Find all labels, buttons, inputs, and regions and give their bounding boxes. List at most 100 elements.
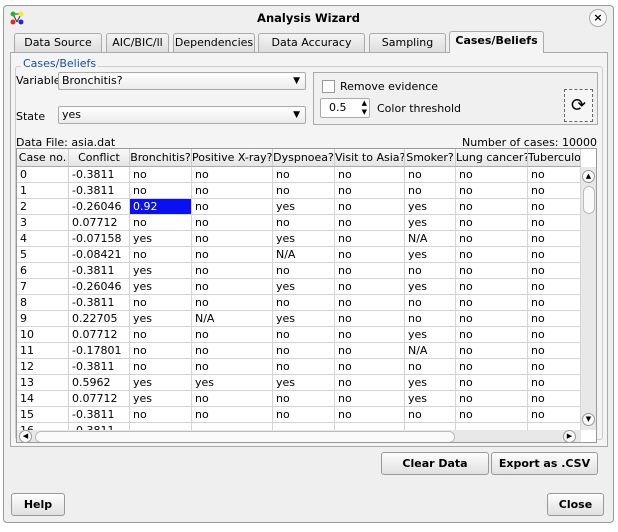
table-cell[interactable]: yes (273, 311, 335, 327)
scroll-up-icon[interactable]: ▲ (582, 170, 595, 183)
table-cell[interactable]: no (335, 359, 405, 375)
column-header[interactable]: Lung cancer? (456, 149, 528, 167)
table-cell[interactable]: yes (130, 311, 192, 327)
table-cell[interactable]: 12 (17, 359, 69, 375)
table-cell[interactable]: no (192, 279, 273, 295)
table-cell[interactable]: no (405, 183, 456, 199)
table-cell[interactable]: yes (405, 199, 456, 215)
table-cell[interactable]: N/A (192, 311, 273, 327)
tab-dependencies[interactable]: Dependencies (173, 33, 255, 52)
table-cell[interactable]: no (405, 263, 456, 279)
column-header[interactable]: Smoker? (405, 149, 456, 167)
column-header[interactable]: Case no. (17, 149, 69, 167)
table-cell[interactable]: yes (192, 375, 273, 391)
variable-select[interactable]: Bronchitis? ▼ (58, 72, 306, 90)
export-csv-button[interactable]: Export as .CSV (491, 452, 598, 475)
table-cell[interactable]: 0.5962 (69, 375, 130, 391)
table-cell[interactable]: no (273, 407, 335, 423)
table-cell[interactable]: no (528, 391, 581, 407)
table-cell[interactable]: yes (405, 247, 456, 263)
table-cell[interactable]: yes (273, 199, 335, 215)
table-cell[interactable]: no (273, 263, 335, 279)
tab-aic-bic-ll[interactable]: AIC/BIC/ll (106, 33, 169, 52)
remove-evidence-checkbox[interactable] (322, 80, 335, 93)
table-cell[interactable]: no (528, 295, 581, 311)
scroll-left-icon[interactable]: ◀ (19, 430, 32, 442)
table-cell[interactable]: no (456, 247, 528, 263)
table-cell[interactable]: no (130, 183, 192, 199)
table-cell[interactable]: N/A (405, 231, 456, 247)
column-header[interactable]: Positive X-ray? (192, 149, 273, 167)
table-cell[interactable]: no (273, 215, 335, 231)
table-cell[interactable]: yes (130, 263, 192, 279)
table-cell[interactable]: no (335, 247, 405, 263)
table-cell[interactable]: 0.22705 (69, 311, 130, 327)
table-cell[interactable]: 15 (17, 407, 69, 423)
spin-arrows-icon[interactable]: ▲ ▼ (362, 99, 367, 117)
table-cell[interactable]: 0.07712 (69, 391, 130, 407)
table-cell[interactable]: no (273, 343, 335, 359)
tab-cases-beliefs[interactable]: Cases/Beliefs (449, 31, 544, 53)
table-cell[interactable]: -0.3811 (69, 167, 130, 183)
table-cell[interactable]: no (273, 167, 335, 183)
table-cell[interactable]: no (405, 295, 456, 311)
horizontal-scrollbar[interactable]: ◀ ▶ (17, 430, 581, 442)
table-cell[interactable]: no (456, 407, 528, 423)
table-cell[interactable]: no (335, 391, 405, 407)
table-cell[interactable]: no (335, 231, 405, 247)
tab-data-source[interactable]: Data Source (14, 33, 102, 52)
table-cell[interactable]: no (273, 183, 335, 199)
table-cell[interactable]: no (192, 199, 273, 215)
table-cell[interactable]: yes (130, 231, 192, 247)
table-cell[interactable]: yes (130, 391, 192, 407)
table-cell[interactable]: no (192, 247, 273, 263)
table-cell[interactable]: no (192, 295, 273, 311)
table-cell[interactable]: yes (130, 279, 192, 295)
table-cell[interactable]: 0.07712 (69, 215, 130, 231)
color-threshold-spinbox[interactable]: 0.5 ▲ ▼ (320, 98, 370, 118)
table-cell[interactable]: no (456, 311, 528, 327)
table-cell[interactable]: yes (130, 375, 192, 391)
table-cell[interactable]: no (130, 215, 192, 231)
table-cell[interactable]: yes (405, 279, 456, 295)
table-cell[interactable]: no (335, 343, 405, 359)
table-cell[interactable]: -0.17801 (69, 343, 130, 359)
table-cell[interactable]: 3 (17, 215, 69, 231)
table-cell[interactable]: no (528, 311, 581, 327)
table-cell[interactable]: -0.3811 (69, 183, 130, 199)
table-cell[interactable]: yes (273, 279, 335, 295)
column-header[interactable]: Bronchitis? (130, 149, 192, 167)
table-cell[interactable]: no (130, 343, 192, 359)
table-cell[interactable]: 13 (17, 375, 69, 391)
table-cell[interactable]: no (335, 311, 405, 327)
table-cell[interactable]: no (192, 215, 273, 231)
scroll-down-icon[interactable]: ▼ (582, 413, 595, 426)
table-cell[interactable]: no (130, 167, 192, 183)
table-cell[interactable]: no (405, 167, 456, 183)
table-cell[interactable]: 2 (17, 199, 69, 215)
table-cell[interactable]: no (335, 167, 405, 183)
table-cell[interactable]: no (192, 231, 273, 247)
table-cell[interactable]: no (456, 199, 528, 215)
table-cell[interactable]: yes (405, 375, 456, 391)
table-cell[interactable]: -0.3811 (69, 359, 130, 375)
table-cell[interactable]: 0.07712 (69, 327, 130, 343)
table-cell[interactable]: no (192, 327, 273, 343)
table-cell[interactable]: -0.3811 (69, 407, 130, 423)
table-cell[interactable]: no (273, 327, 335, 343)
table-cell[interactable]: no (528, 167, 581, 183)
table-cell[interactable]: no (192, 407, 273, 423)
table-cell[interactable]: no (528, 247, 581, 263)
scroll-right-icon[interactable]: ▶ (563, 430, 576, 442)
table-cell[interactable]: 14 (17, 391, 69, 407)
table-cell[interactable]: no (192, 183, 273, 199)
vertical-scroll-thumb[interactable] (583, 186, 595, 214)
table-cell[interactable]: no (456, 231, 528, 247)
table-cell[interactable]: no (456, 343, 528, 359)
table-cell[interactable]: 1 (17, 183, 69, 199)
table-cell[interactable]: no (335, 327, 405, 343)
table-cell[interactable]: no (528, 327, 581, 343)
table-cell[interactable]: no (130, 359, 192, 375)
table-cell[interactable]: no (456, 183, 528, 199)
table-cell[interactable]: -0.07158 (69, 231, 130, 247)
